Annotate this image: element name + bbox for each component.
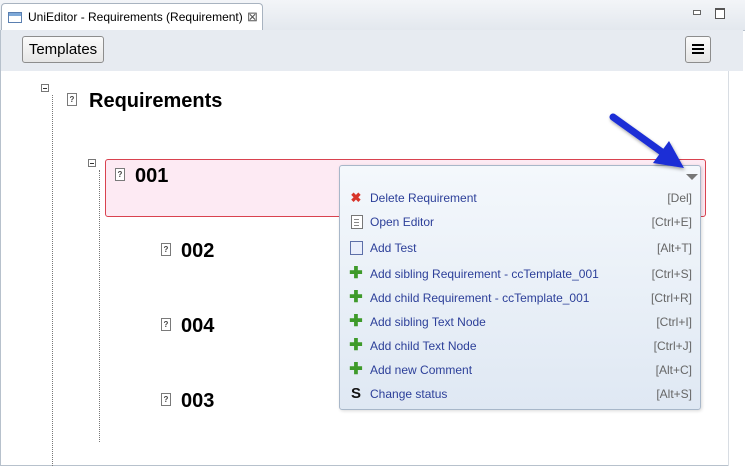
menu-item-open-editor[interactable]: Open Editor [Ctrl+E] (340, 211, 700, 233)
menu-item-shortcut: [Ctrl+I] (656, 315, 692, 329)
status-icon: S (350, 385, 361, 402)
menu-item-shortcut: [Ctrl+S] (651, 267, 692, 281)
vertical-scrollbar[interactable] (728, 71, 743, 466)
menu-item-label: Change status (370, 387, 448, 401)
menu-item-label: Add new Comment (370, 363, 473, 377)
green-plus-icon: ✚ (349, 337, 363, 354)
test-icon (350, 241, 363, 255)
menu-item-label: Add sibling Text Node (370, 315, 486, 329)
templates-button[interactable]: Templates (22, 36, 104, 63)
tree-line-root (52, 95, 53, 466)
menu-item-add-child-text-node[interactable]: ✚ Add child Text Node [Ctrl+J] (340, 335, 700, 357)
menu-item-shortcut: [Alt+T] (656, 241, 692, 255)
menu-item-shortcut: [Alt+S] (656, 387, 692, 401)
document-icon (351, 215, 363, 229)
menu-item-add-new-comment[interactable]: ✚ Add new Comment [Alt+C] (340, 359, 700, 381)
editor-toolbar: Templates (1, 30, 743, 71)
menu-item-delete-requirement[interactable]: ✖ Delete Requirement [Del] (340, 187, 700, 209)
menu-item-label: Add Test (370, 241, 417, 255)
menu-item-label: Add child Requirement - ccTemplate_001 (370, 291, 590, 305)
menu-item-shortcut: [Ctrl+R] (650, 291, 692, 305)
minimize-icon[interactable] (690, 6, 702, 18)
green-plus-icon: ✚ (349, 289, 363, 306)
menu-item-add-child-requirement[interactable]: ✚ Add child Requirement - ccTemplate_001… (340, 287, 700, 309)
requirement-node-icon: ? (161, 243, 171, 256)
context-menu: ✖ Delete Requirement [Del] Open Editor [… (339, 165, 701, 410)
tree-node-label[interactable]: 001 (135, 165, 168, 188)
window-icon (8, 12, 22, 23)
menu-item-label: Delete Requirement (370, 191, 477, 205)
tab-title: UniEditor - Requirements (Requirement) (28, 10, 243, 24)
menu-item-add-sibling-requirement[interactable]: ✚ Add sibling Requirement - ccTemplate_0… (340, 263, 700, 285)
delete-x-icon: ✖ (350, 190, 362, 205)
tree-node-label[interactable]: 003 (181, 390, 214, 413)
dropdown-arrow-icon[interactable] (686, 174, 698, 180)
collapse-001-icon[interactable] (88, 159, 96, 167)
editor-tab[interactable]: UniEditor - Requirements (Requirement) ⊠ (1, 3, 263, 30)
green-plus-icon: ✚ (349, 313, 363, 330)
menu-item-shortcut: [Ctrl+J] (653, 339, 692, 353)
maximize-icon[interactable] (715, 8, 725, 19)
close-icon[interactable]: ⊠ (247, 9, 258, 25)
editor-tab-bar: UniEditor - Requirements (Requirement) ⊠ (0, 0, 745, 31)
menu-item-label: Add child Text Node (370, 339, 477, 353)
green-plus-icon: ✚ (349, 265, 363, 282)
green-plus-icon: ✚ (349, 361, 363, 378)
hamburger-menu-icon (692, 44, 704, 46)
menu-item-shortcut: [Ctrl+E] (651, 215, 692, 229)
menu-item-label: Add sibling Requirement - ccTemplate_001 (370, 267, 599, 281)
tree-node-label[interactable]: 004 (181, 315, 214, 338)
requirement-node-icon: ? (161, 393, 171, 406)
requirement-node-icon: ? (115, 168, 125, 181)
tree-line-001 (99, 170, 100, 442)
hamburger-menu-button[interactable] (685, 36, 711, 63)
menu-item-label: Open Editor (370, 215, 435, 229)
menu-item-add-sibling-text-node[interactable]: ✚ Add sibling Text Node [Ctrl+I] (340, 311, 700, 333)
tree-root-label[interactable]: Requirements (89, 90, 222, 113)
requirement-node-icon: ? (161, 318, 171, 331)
menu-item-shortcut: [Del] (667, 191, 692, 205)
collapse-root-icon[interactable] (41, 84, 49, 92)
requirement-node-icon: ? (67, 93, 77, 106)
menu-item-add-test[interactable]: Add Test [Alt+T] (340, 237, 700, 259)
tree-node-label[interactable]: 002 (181, 240, 214, 263)
menu-item-shortcut: [Alt+C] (655, 363, 692, 377)
menu-item-change-status[interactable]: S Change status [Alt+S] (340, 383, 700, 405)
